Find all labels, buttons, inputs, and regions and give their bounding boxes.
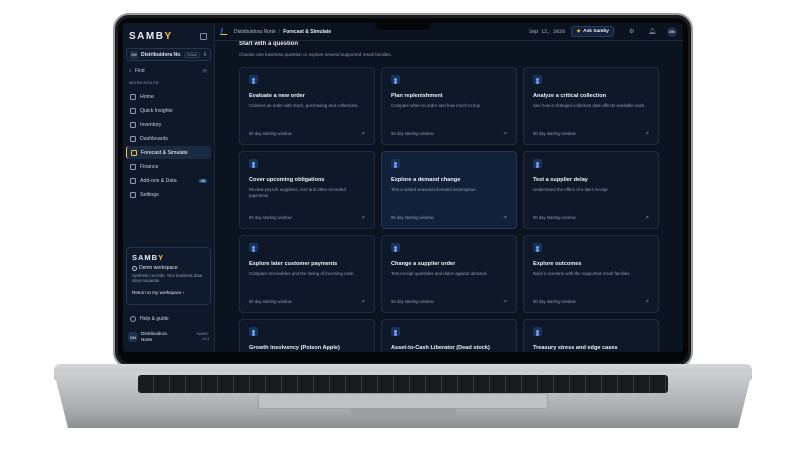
breadcrumb-separator: /	[278, 28, 281, 35]
sidebar-item-home[interactable]: Home	[126, 90, 211, 103]
question-card[interactable]: Test a supplier delay Understand the effe…	[523, 151, 659, 229]
page-section-title: Start with a question	[239, 41, 299, 47]
sidebar-item-add-ons-data[interactable]: Add-ons & Data 45	[126, 174, 211, 187]
user-avatar-top[interactable]: DN	[667, 26, 677, 37]
return-to-workspace-link[interactable]: Return to my workspace ›	[132, 290, 205, 295]
org-switcher[interactable]: DN Distribuidora No… Demo ⇕	[126, 48, 211, 61]
section-label-workspace: WORKSPACE	[129, 81, 160, 85]
sidebar-collapse-icon[interactable]	[200, 33, 207, 40]
arrow-up-right-icon: ↗	[644, 215, 649, 221]
question-card[interactable]: Cover upcoming obligations Review payroll…	[239, 151, 375, 229]
question-card[interactable]: Growth insolvency (Poison Apple)	[239, 319, 375, 352]
laptop-keyboard	[138, 375, 668, 393]
camera-notch	[375, 18, 431, 30]
breadcrumb-org[interactable]: Distribuidora Norte	[234, 29, 276, 35]
sparkle-icon	[130, 107, 136, 114]
user-avatar: DN	[128, 332, 138, 342]
laptop-frame: SAMBY DN Distribuidora No… Demo ⇕ ⌕ Find…	[0, 0, 806, 454]
arrow-up-right-icon: ↗	[360, 215, 365, 221]
person-icon	[391, 327, 400, 336]
sparkle-icon: ✦	[576, 29, 582, 35]
sidebar-item-finance[interactable]: Finance	[126, 160, 211, 173]
wallet-icon	[130, 163, 136, 170]
org-name: Distribuidora No…	[141, 51, 182, 58]
question-card[interactable]: Explore later customer payments Compare r…	[239, 235, 375, 313]
home-icon	[130, 93, 136, 100]
person-icon	[132, 265, 137, 271]
arrow-up-right-icon: ↗	[644, 131, 649, 137]
sidebar-item-forecast-simulate[interactable]: Forecast & Simulate	[126, 146, 211, 159]
demo-card-title: Demo workspace	[132, 265, 205, 271]
bell-icon[interactable]: 🔔︎	[648, 28, 656, 35]
person-icon	[391, 159, 400, 168]
person-icon	[533, 75, 542, 84]
arrow-up-right-icon: ↗	[644, 299, 649, 305]
search-icon: ⌕	[129, 67, 132, 74]
page-section-subtitle: Choose one business question or explore …	[239, 52, 392, 57]
demo-badge: Demo	[184, 51, 200, 58]
app-screen: SAMBY DN Distribuidora No… Demo ⇕ ⌕ Find…	[123, 23, 683, 352]
sidebar-item-inventory[interactable]: Inventory	[126, 118, 211, 131]
demo-card-logo: SAMBY	[132, 253, 165, 262]
person-icon	[533, 327, 542, 336]
samby-logo[interactable]: SAMBY	[129, 31, 173, 42]
ask-samby-button[interactable]: ✦ Ask Samby	[571, 26, 614, 37]
gear-icon	[130, 191, 136, 198]
sidebar: SAMBY DN Distribuidora No… Demo ⇕ ⌕ Find…	[123, 23, 215, 352]
question-card-grid: Evaluate a new order Connect an order wit…	[239, 67, 667, 352]
help-icon	[130, 316, 136, 322]
find-button[interactable]: ⌕ Find F	[126, 65, 211, 76]
person-icon	[391, 75, 400, 84]
arrow-up-right-icon: ↗	[360, 131, 365, 137]
find-label: Find	[134, 67, 145, 74]
app-mark-icon	[220, 28, 229, 35]
topbar: Distribuidora Norte / Forecast & Simulat…	[215, 23, 683, 41]
person-icon	[249, 75, 258, 84]
person-icon	[249, 243, 258, 252]
org-avatar: DN	[130, 50, 138, 59]
person-icon	[533, 159, 542, 168]
breadcrumb-current: Forecast & Simulate	[283, 28, 332, 35]
arrow-up-right-icon: ↗	[502, 131, 507, 137]
person-icon	[533, 243, 542, 252]
question-card[interactable]: Analyze a critical collection See how a c…	[523, 67, 659, 145]
app-version: SAMBY v0.4	[196, 332, 209, 341]
dashboard-icon	[130, 135, 136, 142]
arrow-up-right-icon: ↗	[502, 299, 507, 305]
question-card[interactable]: Explore a demand change Test a stated sea…	[381, 151, 517, 229]
person-icon	[249, 327, 258, 336]
sidebar-item-dashboards[interactable]: Dashboards	[126, 132, 211, 145]
user-profile[interactable]: DN Distribuidora Norte SAMBY v0.4	[126, 328, 211, 346]
user-name: Distribuidora Norte	[141, 331, 167, 342]
arrow-up-right-icon: ↗	[502, 215, 507, 221]
sidebar-item-settings[interactable]: Settings	[126, 188, 211, 201]
main-content: Start with a question Choose one busines…	[215, 41, 683, 352]
add-ons-count-badge: 45	[198, 178, 207, 183]
question-card[interactable]: Plan replenishment Compare when to order …	[381, 67, 517, 145]
box-icon	[130, 121, 136, 128]
gear-icon[interactable]: ⚙	[629, 28, 634, 35]
demo-workspace-card: SAMBY Demo workspace Synthetic records. …	[126, 247, 211, 305]
question-card[interactable]: Evaluate a new order Connect an order wit…	[239, 67, 375, 145]
plug-icon	[130, 177, 136, 184]
question-card[interactable]: Explore outcomes Build a scenario with th…	[523, 235, 659, 313]
person-icon	[249, 159, 258, 168]
laptop-trackpad	[258, 393, 548, 409]
sidebar-item-quick-insights[interactable]: Quick Insights	[126, 104, 211, 117]
person-icon	[391, 243, 400, 252]
sidebar-nav: Home Quick Insights Inventory Dashboards…	[126, 90, 211, 202]
demo-card-description: Synthetic records. Your business data st…	[132, 273, 203, 284]
question-card[interactable]: Treasury stress and edge cases	[523, 319, 659, 352]
chevron-updown-icon: ⇕	[202, 51, 207, 58]
arrow-up-right-icon: ↗	[360, 299, 365, 305]
question-card[interactable]: Asset-to-Cash Liberator (Dead stock)	[381, 319, 517, 352]
question-card[interactable]: Change a supplier order Test receipt quan…	[381, 235, 517, 313]
laptop-lip	[350, 408, 456, 416]
current-date: Sep 12, 2026	[529, 28, 566, 35]
chart-icon	[131, 149, 137, 156]
help-guide-link[interactable]: Help & guide	[130, 316, 169, 322]
find-shortcut: F	[201, 68, 208, 73]
